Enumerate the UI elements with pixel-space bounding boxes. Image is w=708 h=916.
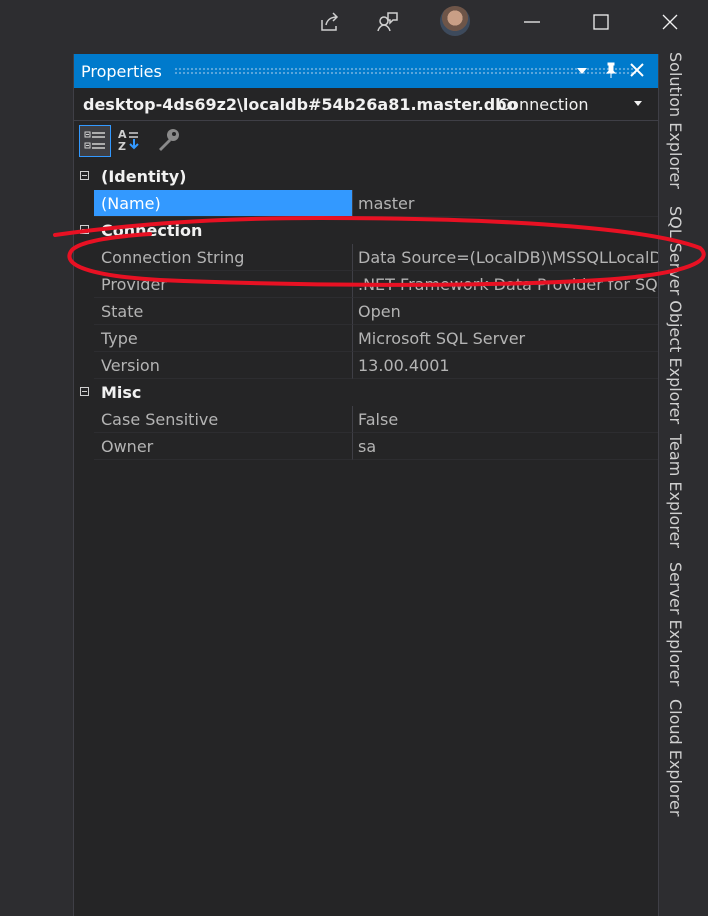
row-gutter: [74, 298, 94, 325]
row-gutter: [74, 190, 94, 217]
property-row[interactable]: Connection String Data Source=(LocalDB)\M…: [74, 244, 658, 271]
tab-sql-server-object-explorer[interactable]: SQL Server Object Explorer: [666, 206, 685, 424]
collapse-icon[interactable]: [80, 225, 89, 234]
collapse-icon[interactable]: [80, 387, 89, 396]
user-avatar[interactable]: [440, 6, 470, 36]
property-row[interactable]: (Name) master: [74, 190, 658, 217]
title-bar: [0, 0, 708, 44]
properties-toolbar: A Z: [74, 121, 658, 161]
pin-icon[interactable]: [601, 60, 621, 80]
properties-title: Properties: [81, 62, 162, 81]
drag-grip[interactable]: [174, 67, 636, 75]
object-selector[interactable]: desktop-4ds69z2\localdb#54b26a81.master.…: [74, 88, 658, 121]
row-gutter: [74, 406, 94, 433]
property-name[interactable]: State: [94, 298, 352, 325]
categorized-icon[interactable]: [79, 125, 111, 157]
feedback-icon[interactable]: [375, 10, 399, 34]
row-gutter: [74, 244, 94, 271]
property-row[interactable]: Type Microsoft SQL Server: [74, 325, 658, 352]
close-icon[interactable]: [658, 10, 682, 34]
share-icon[interactable]: [318, 10, 342, 34]
property-value[interactable]: .NET Framework Data Provider for SQ: [352, 271, 658, 298]
collapse-icon[interactable]: [80, 171, 89, 180]
property-name[interactable]: Version: [94, 352, 352, 379]
row-gutter: [74, 325, 94, 352]
property-name[interactable]: Owner: [94, 433, 352, 460]
tab-solution-explorer[interactable]: Solution Explorer: [666, 52, 685, 189]
property-value[interactable]: Microsoft SQL Server: [352, 325, 658, 352]
category-row[interactable]: Misc: [74, 379, 658, 406]
category-label: (Identity): [101, 167, 187, 186]
property-value[interactable]: 13.00.4001: [352, 352, 658, 379]
property-row[interactable]: Provider .NET Framework Data Provider for…: [74, 271, 658, 298]
chevron-down-icon[interactable]: [634, 101, 642, 106]
property-value[interactable]: Open: [352, 298, 658, 325]
object-name: desktop-4ds69z2\localdb#54b26a81.master.…: [83, 95, 518, 114]
property-name[interactable]: (Name): [94, 190, 352, 217]
row-gutter: [74, 271, 94, 298]
properties-panel: Properties desktop-4ds69z2\localdb#54b26…: [73, 54, 659, 916]
side-tool-tabs: Solution Explorer SQL Server Object Expl…: [660, 44, 708, 916]
property-value[interactable]: Data Source=(LocalDB)\MSSQLLocalD: [352, 244, 658, 271]
property-value[interactable]: master: [352, 190, 658, 217]
alphabetical-icon[interactable]: A Z: [114, 125, 144, 155]
property-pages-icon[interactable]: [154, 125, 184, 155]
category-row[interactable]: (Identity): [74, 163, 658, 190]
property-name[interactable]: Provider: [94, 271, 352, 298]
category-label: Misc: [101, 383, 142, 402]
property-row[interactable]: Version 13.00.4001: [74, 352, 658, 379]
property-row[interactable]: Owner sa: [74, 433, 658, 460]
tab-server-explorer[interactable]: Server Explorer: [666, 562, 685, 686]
window-position-dropdown-icon[interactable]: [572, 60, 592, 80]
property-row[interactable]: State Open: [74, 298, 658, 325]
minimize-icon[interactable]: [520, 10, 544, 34]
property-name[interactable]: Connection String: [94, 244, 352, 271]
category-label: Connection: [101, 221, 203, 240]
property-value[interactable]: sa: [352, 433, 658, 460]
maximize-icon[interactable]: [589, 10, 613, 34]
tab-team-explorer[interactable]: Team Explorer: [666, 434, 685, 548]
property-value[interactable]: False: [352, 406, 658, 433]
properties-title-bar[interactable]: Properties: [74, 54, 658, 88]
category-row[interactable]: Connection: [74, 217, 658, 244]
svg-text:Z: Z: [118, 140, 126, 153]
panel-close-icon[interactable]: [627, 60, 647, 80]
property-name[interactable]: Type: [94, 325, 352, 352]
property-row[interactable]: Case Sensitive False: [74, 406, 658, 433]
row-gutter: [74, 352, 94, 379]
object-type: Connection: [498, 95, 589, 114]
property-name[interactable]: Case Sensitive: [94, 406, 352, 433]
row-gutter: [74, 433, 94, 460]
tab-cloud-explorer[interactable]: Cloud Explorer: [666, 699, 685, 816]
